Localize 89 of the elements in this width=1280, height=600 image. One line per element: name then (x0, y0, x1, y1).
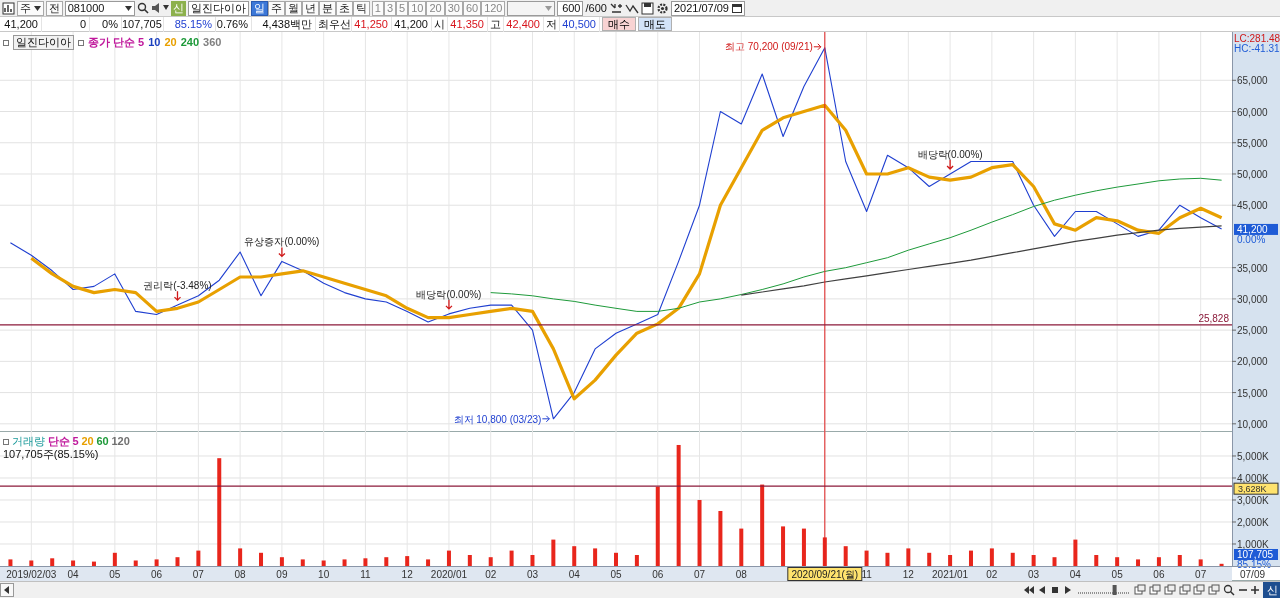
axis-label: 25,000 (1237, 325, 1268, 337)
last-value-tag: 41,200 (1234, 223, 1278, 235)
axis-label: 50,000 (1237, 168, 1268, 180)
axis-label: 03 (526, 569, 539, 580)
legend-item: 20 (81, 435, 94, 448)
axis-label: 07/09 (1240, 569, 1266, 580)
change-label: 0.00% (1237, 233, 1266, 245)
legend-item: 120 (111, 435, 130, 448)
legend-item: 20 (164, 36, 177, 49)
axis-label: 10 (318, 569, 330, 580)
axis-label: 05 (1111, 569, 1123, 580)
axis-label: 07 (192, 569, 204, 580)
quote-value: 41,200 (0, 16, 42, 32)
axis-label: 11 (861, 569, 872, 580)
axis-label: 09 (276, 569, 288, 580)
axis-label: 04 (568, 569, 580, 580)
axis-label: 06 (151, 569, 163, 580)
quote-value: 41,350 (448, 16, 488, 32)
legend-item: 240 (180, 36, 200, 49)
quote-label: 시 (432, 16, 448, 32)
legend-item: 종가 단순 5 (88, 36, 145, 49)
axis-label: 07 (693, 569, 706, 580)
legend-item: 360 (203, 36, 222, 49)
axis-label: 12 (401, 569, 413, 580)
quote-value: 0 (42, 16, 90, 32)
sign-badge: 신 (170, 0, 186, 16)
legend-item: 단순 5 (47, 435, 79, 448)
axis-label: 20,000 (1237, 356, 1268, 368)
legend-item: 10 (148, 36, 161, 49)
axis-label: 04 (67, 569, 79, 580)
legend-item: 60 (96, 435, 109, 448)
axis-label: 15,000 (1237, 387, 1268, 399)
axis-label: 05 (109, 569, 121, 580)
axis-label: 03 (1028, 569, 1040, 580)
axis-label: 4,000K (1237, 473, 1269, 484)
quote-label: 고 (488, 16, 504, 32)
axis-label: 06 (652, 569, 664, 580)
event-label: 배당락(0.00%) (416, 288, 482, 300)
quote-value: 41,200 (392, 16, 432, 32)
axis-header-label: LC:281.48 (1234, 33, 1280, 44)
event-label: 배당락(0.00%) (917, 148, 983, 160)
reference-label: 25,828 (1198, 312, 1229, 324)
axis-label: 12 (902, 569, 914, 580)
axis-label: 02 (986, 569, 998, 580)
axis-header-label: HC:-41.31 (1234, 43, 1280, 54)
axis-label: 1,000K (1237, 539, 1269, 550)
axis-label: 35,000 (1237, 262, 1268, 274)
quote-value: 85.15% (164, 16, 216, 32)
quote-value: 42,400 (504, 16, 544, 32)
last-value-tag: 107,705 (1234, 549, 1278, 560)
quote-value: 0% (90, 16, 122, 32)
chart-title: 거래량 (11, 435, 45, 448)
axis-label: 11 (360, 569, 371, 580)
count-total: /600 (585, 0, 607, 16)
crosshair-date-tag: 2020/09/21(월) (787, 567, 863, 581)
axis-label: 05 (610, 569, 622, 580)
axis-label: 55,000 (1237, 137, 1268, 149)
quote-value: 107,705 (122, 16, 164, 32)
reference-tag: 3,628K (1233, 482, 1279, 495)
high-label: 최고 70,200 (09/21) (725, 40, 813, 52)
quote-value: 40,500 (560, 16, 600, 32)
axis-label: 65,000 (1237, 75, 1268, 87)
axis-label: 07 (1195, 569, 1207, 580)
quote-value: 4,438백만 (252, 16, 316, 32)
event-label: 권리락(-3.48%) (143, 280, 212, 292)
axis-label: 2,000K (1237, 517, 1269, 528)
axis-label: 2019/02/03 (6, 569, 57, 580)
low-label: 최저 10,800 (03/23) (453, 413, 542, 425)
axis-label: 08 (735, 569, 747, 580)
axis-label: 5,000K (1237, 451, 1269, 462)
quote-label: 저 (544, 16, 560, 32)
axis-label: 60,000 (1237, 106, 1268, 118)
quote-value: 41,250 (352, 16, 392, 32)
axis-label: 2021/01 (932, 569, 969, 580)
axis-label: 3,000K (1237, 495, 1269, 506)
quote-label: 최우선 (316, 16, 352, 32)
volume-reading: 107,705주(85.15%) (3, 448, 99, 460)
ref-line-label: 3,628K (1238, 484, 1267, 495)
axis-label: 02 (485, 569, 497, 580)
quote-value: 0.76% (216, 16, 252, 32)
axis-label: 04 (1069, 569, 1081, 580)
axis-label: 30,000 (1237, 293, 1268, 305)
x-tick-label: 2020/09/21(월) (791, 568, 859, 580)
axis-label: 06 (1153, 569, 1165, 580)
axis-label: 10,000 (1237, 418, 1268, 430)
axis-label: 45,000 (1237, 200, 1268, 212)
axis-label: 08 (234, 569, 246, 580)
event-label: 유상증자(0.00%) (244, 236, 320, 248)
axis-label: 2020/01 (430, 569, 468, 580)
